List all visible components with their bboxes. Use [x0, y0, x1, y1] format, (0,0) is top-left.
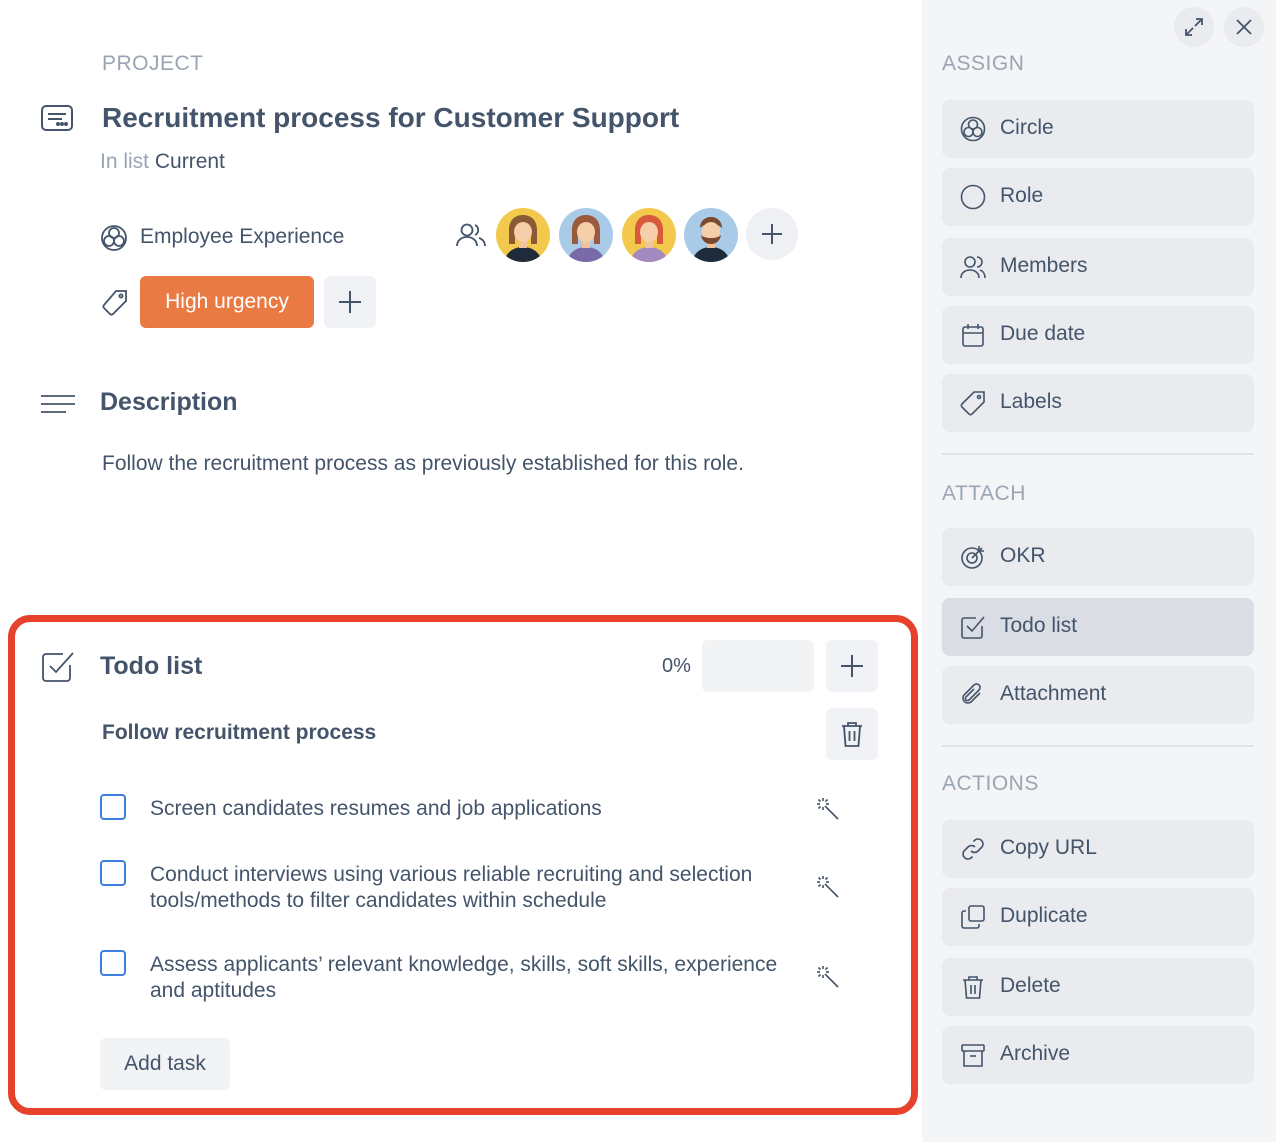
- okr-button[interactable]: OKR: [942, 528, 1254, 586]
- attachment-button[interactable]: Attachment: [942, 666, 1254, 724]
- copy-url-label: Copy URL: [1000, 836, 1097, 859]
- magic-wand-icon[interactable]: [815, 964, 841, 990]
- close-button[interactable]: [1224, 7, 1264, 47]
- labels-button[interactable]: Labels: [942, 374, 1254, 432]
- todo-progress-text: 0%: [662, 655, 691, 677]
- attach-heading: ATTACH: [942, 482, 1026, 505]
- checklist-name[interactable]: Follow recruitment process: [102, 721, 376, 745]
- in-list-prefix: In list: [100, 150, 150, 173]
- magic-wand-icon[interactable]: [815, 874, 841, 900]
- close-icon: [1236, 19, 1252, 35]
- label-high-urgency[interactable]: High urgency: [140, 276, 314, 328]
- circle-name[interactable]: Employee Experience: [140, 225, 344, 249]
- circle-button[interactable]: Circle: [942, 100, 1254, 158]
- in-list-line: In list Current: [100, 150, 225, 174]
- members-button[interactable]: Members: [942, 238, 1254, 296]
- expand-button[interactable]: [1174, 7, 1214, 47]
- members-label: Members: [1000, 254, 1088, 277]
- task-checkbox[interactable]: [100, 860, 126, 886]
- card-main-panel: PROJECT Recruitment process for Customer…: [0, 0, 922, 1142]
- duplicate-icon: [960, 904, 986, 930]
- archive-label: Archive: [1000, 1042, 1071, 1065]
- avatar[interactable]: [622, 208, 676, 262]
- sidebar-divider: [942, 453, 1254, 455]
- due-date-button[interactable]: Due date: [942, 306, 1254, 364]
- role-icon: [960, 184, 986, 210]
- description-heading: Description: [100, 388, 238, 416]
- add-member-button[interactable]: [746, 208, 798, 260]
- delete-checklist-button[interactable]: [826, 708, 878, 760]
- target-icon: [960, 544, 986, 570]
- due-date-label: Due date: [1000, 322, 1086, 345]
- todo-list-label: Todo list: [1000, 614, 1078, 637]
- actions-heading: ACTIONS: [942, 772, 1039, 795]
- link-icon: [960, 836, 986, 862]
- duplicate-label: Duplicate: [1000, 904, 1088, 927]
- avatar[interactable]: [559, 208, 613, 262]
- todo-heading: Todo list: [100, 652, 203, 680]
- labels-label: Labels: [1000, 390, 1062, 413]
- card-title[interactable]: Recruitment process for Customer Support: [102, 102, 679, 134]
- delete-label: Delete: [1000, 974, 1061, 997]
- card-icon: [40, 104, 74, 134]
- circle-label: Circle: [1000, 116, 1054, 139]
- okr-label: OKR: [1000, 544, 1046, 567]
- circle-group-icon: [100, 224, 128, 252]
- role-label: Role: [1000, 184, 1044, 207]
- trash-icon: [960, 974, 986, 1000]
- avatar[interactable]: [684, 208, 738, 262]
- delete-button[interactable]: Delete: [942, 958, 1254, 1016]
- add-task-button[interactable]: Add task: [100, 1038, 230, 1090]
- calendar-icon: [960, 322, 986, 348]
- sidebar-divider: [942, 745, 1254, 747]
- avatar[interactable]: [496, 208, 550, 262]
- task-text[interactable]: Conduct interviews using various reliabl…: [150, 862, 800, 914]
- add-label-button[interactable]: [324, 276, 376, 328]
- tag-icon: [960, 390, 986, 416]
- assign-heading: ASSIGN: [942, 52, 1025, 75]
- expand-icon: [1185, 18, 1203, 36]
- card-kicker: PROJECT: [102, 52, 204, 75]
- todo-progress-bar: [702, 640, 814, 692]
- task-text[interactable]: Assess applicants’ relevant knowledge, s…: [150, 952, 800, 1004]
- duplicate-button[interactable]: Duplicate: [942, 888, 1254, 946]
- role-button[interactable]: Role: [942, 168, 1254, 226]
- add-checklist-button[interactable]: [826, 640, 878, 692]
- task-checkbox[interactable]: [100, 794, 126, 820]
- magic-wand-icon[interactable]: [815, 796, 841, 822]
- archive-icon: [960, 1042, 986, 1068]
- task-text[interactable]: Screen candidates resumes and job applic…: [150, 796, 800, 822]
- in-list-value[interactable]: Current: [155, 150, 225, 173]
- checkbox-icon: [40, 650, 76, 684]
- checkbox-icon: [960, 614, 986, 640]
- paperclip-icon: [960, 682, 986, 708]
- task-checkbox[interactable]: [100, 950, 126, 976]
- circle-group-icon: [960, 116, 986, 142]
- description-text[interactable]: Follow the recruitment process as previo…: [102, 452, 744, 476]
- members-icon: [455, 222, 487, 248]
- description-icon: [40, 394, 76, 414]
- copy-url-button[interactable]: Copy URL: [942, 820, 1254, 878]
- attachment-label: Attachment: [1000, 682, 1107, 705]
- archive-button[interactable]: Archive: [942, 1026, 1254, 1084]
- tag-icon: [100, 288, 130, 318]
- members-icon: [960, 254, 986, 280]
- todo-list-button[interactable]: Todo list: [942, 598, 1254, 656]
